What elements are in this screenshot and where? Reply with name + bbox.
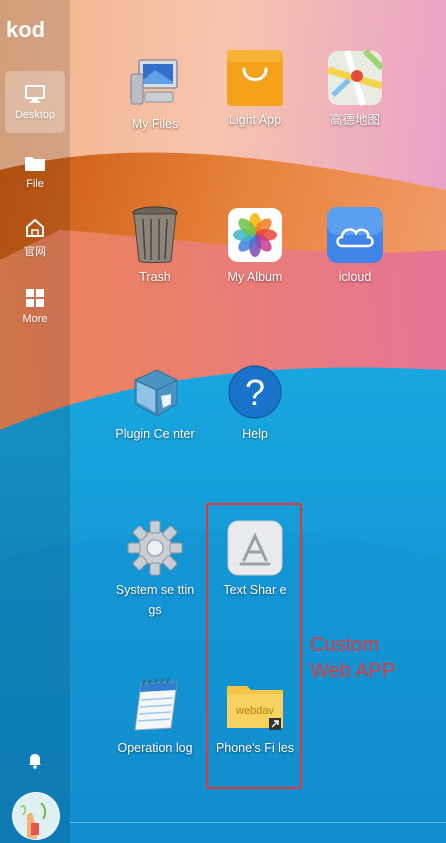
desktop-icon-my-files[interactable]: My Files (112, 52, 198, 134)
desktop-icon-trash[interactable]: Trash (112, 205, 198, 287)
annotation-line-1: Custom (310, 634, 379, 656)
svg-text:kod: kod (6, 18, 45, 42)
monitor-icon (24, 83, 46, 105)
taskbar-divider (70, 822, 446, 823)
desktop-icon-icloud[interactable]: icloud (312, 205, 398, 287)
map-icon (325, 48, 385, 108)
sidebar: kod Desktop File 官网 More (0, 0, 70, 843)
notepad-icon (125, 676, 185, 736)
sidebar-item-label: Desktop (14, 109, 56, 121)
sidebar-item-more[interactable]: More (5, 275, 65, 337)
photos-icon (225, 205, 285, 265)
desktop-icon-label: icloud (338, 270, 372, 284)
annotation-line-2: Web APP (310, 660, 396, 682)
desktop-icon-help[interactable]: ? Help (212, 362, 298, 444)
kod-logo: kod (6, 17, 66, 42)
custom-web-app-annotation: Custom Web APP (310, 632, 395, 684)
desktop-icon-system-settings[interactable]: System se ttings (112, 518, 198, 620)
cloud-icon (325, 205, 385, 265)
desktop-icon-label: Light App (228, 113, 282, 127)
plugin-icon (125, 362, 185, 422)
grid-icon (24, 287, 46, 309)
sidebar-item-home[interactable]: 官网 (5, 207, 65, 269)
bell-icon[interactable] (25, 750, 45, 770)
avatar-icon[interactable] (12, 792, 60, 840)
custom-app-highlight-box (206, 503, 302, 789)
gear-icon (125, 518, 185, 578)
sidebar-item-desktop[interactable]: Desktop (5, 71, 65, 133)
sidebar-item-label: More (22, 313, 48, 325)
desktop-icon-label: Operation log (117, 741, 193, 755)
desktop-icon-light-app[interactable]: Light App (212, 44, 298, 130)
desktop-icon-label: Trash (139, 270, 171, 284)
desktop-icon-label: 高德地图 (329, 113, 380, 127)
sidebar-item-label: 官网 (24, 246, 46, 258)
desktop-icon-amap[interactable]: 高德地图 (312, 48, 398, 130)
desktop-icon-operation-log[interactable]: Operation log (112, 676, 198, 758)
shopping-bag-icon (225, 48, 285, 108)
folder-icon (24, 152, 46, 174)
home-icon (24, 217, 46, 239)
trash-icon (125, 205, 185, 265)
desktop-icon-my-album[interactable]: My Album (212, 205, 298, 287)
desktop-icon-label: System se ttings (115, 583, 195, 617)
help-icon: ? (225, 362, 285, 422)
desktop-icon-label: Help (242, 427, 268, 441)
desktop-icon-label: Plugin Ce nter (115, 427, 195, 441)
desktop-icon-plugin-center[interactable]: Plugin Ce nter (112, 362, 198, 444)
desktop-icon-label: My Files (131, 117, 179, 131)
sidebar-item-file[interactable]: File (5, 140, 65, 202)
desktop-icon-label: My Album (227, 270, 283, 284)
sidebar-item-label: File (26, 178, 44, 190)
svg-text:?: ? (245, 372, 265, 413)
computer-icon (125, 52, 185, 112)
